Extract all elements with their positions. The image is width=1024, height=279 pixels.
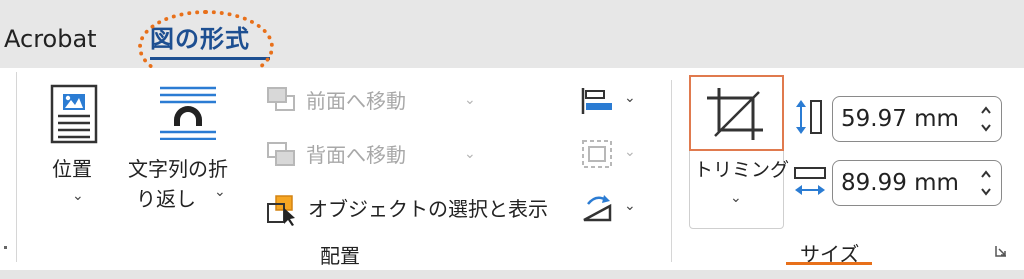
position-label: 位置 — [52, 157, 92, 181]
bring-forward-label: 前面へ移動 — [306, 89, 406, 113]
bring-forward-icon — [267, 87, 295, 111]
wrap-text-label-line1: 文字列の折 — [128, 157, 228, 181]
group-icon — [582, 140, 612, 168]
tab-acrobat[interactable]: Acrobat — [4, 22, 97, 56]
chevron-down-icon: ⌄ — [624, 144, 636, 160]
dialog-launcher-icon[interactable] — [994, 244, 1008, 258]
chevron-down-icon: ⌄ — [730, 190, 742, 206]
rotate-icon — [583, 195, 612, 222]
width-value[interactable]: 89.99 mm — [841, 169, 959, 197]
spinner-arrows-icon[interactable] — [979, 99, 993, 139]
width-spinner[interactable]: 89.99 mm — [832, 160, 1002, 206]
group-separator — [671, 80, 672, 262]
arrange-group-label: 配置 — [320, 244, 360, 268]
width-icon — [794, 167, 826, 195]
wrap-text-icon — [160, 86, 216, 140]
wrap-text-label-line2: り返し — [136, 187, 196, 211]
chevron-down-icon: ⌄ — [464, 146, 476, 162]
position-icon — [50, 84, 98, 144]
chevron-down-icon: ⌄ — [624, 198, 636, 214]
ribbon-tab-bar: Acrobat 図の形式 — [0, 0, 1024, 84]
crop-label: トリミング — [694, 159, 790, 181]
selection-pane-label: オブジェクトの選択と表示 — [308, 197, 548, 221]
height-spinner[interactable]: 59.97 mm — [832, 96, 1002, 142]
selection-pane-icon — [267, 195, 295, 226]
chevron-down-icon: ⌄ — [624, 90, 636, 106]
group-separator — [16, 72, 17, 262]
size-group-underline — [786, 262, 872, 265]
send-backward-icon — [267, 142, 295, 166]
height-icon — [796, 100, 822, 134]
spinner-arrows-icon[interactable] — [979, 163, 993, 203]
chevron-down-icon: ⌄ — [72, 188, 84, 204]
chevron-down-icon: ⌄ — [214, 184, 226, 200]
dot-marker — [4, 246, 7, 249]
chevron-down-icon: ⌄ — [464, 92, 476, 108]
height-value[interactable]: 59.97 mm — [841, 105, 959, 133]
crop-icon — [707, 88, 763, 140]
align-icon — [581, 88, 612, 114]
ribbon-bottom-strip — [0, 270, 1024, 279]
send-backward-label: 背面へ移動 — [306, 143, 406, 167]
